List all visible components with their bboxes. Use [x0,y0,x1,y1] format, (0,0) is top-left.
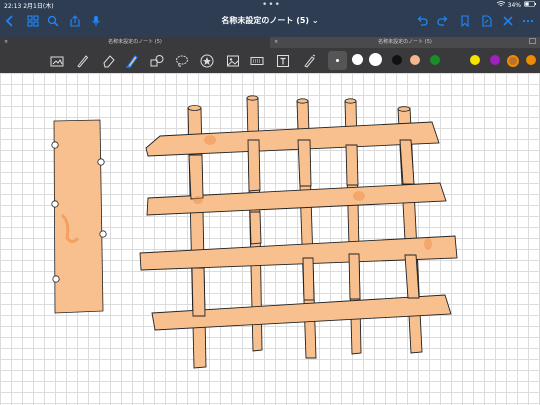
search-icon[interactable] [46,14,60,28]
color-swatch-yellow[interactable] [470,55,480,65]
image-scan-icon[interactable] [50,53,64,67]
tab-note-2[interactable]: × 名称未設定のノート (5) [270,37,540,48]
note-canvas[interactable] [0,73,540,405]
tab-label: 名称未設定のノート (5) [378,39,432,45]
sketch-drawing [51,95,458,369]
tab-bar: × 名称未設定のノート (5) × 名称未設定のノート (5) [0,37,540,48]
status-date-text: 2月1日(木) [23,3,54,10]
color-swatch-purple[interactable] [490,55,500,65]
shapes-icon[interactable] [150,53,164,67]
undo-icon[interactable] [415,14,429,28]
pen-size-medium[interactable] [352,54,363,65]
keyboard-icon[interactable] [250,53,264,67]
laser-pointer-icon[interactable] [302,53,316,68]
image-icon[interactable] [226,53,240,67]
microphone-icon[interactable] [89,14,103,28]
lasso-icon[interactable] [175,53,189,67]
close-icon[interactable] [501,14,515,28]
drawing-toolbar [0,48,540,73]
text-icon[interactable] [276,53,290,67]
page-title-text: 名称未設定のノート (5) [221,16,310,25]
single-board [51,119,107,314]
highlighter-icon[interactable] [124,53,138,68]
pen-size-dot-small [336,59,339,62]
redo-icon[interactable] [436,14,450,28]
eraser-icon[interactable] [102,53,116,68]
tab-label: 名称未設定のノート (5) [108,39,162,45]
battery-text: 34% [507,1,521,9]
title-chevron-down-icon: ⌄ [311,16,319,25]
status-time-text: 22:13 [4,3,22,10]
color-swatch-brown-selected[interactable] [507,55,519,67]
page-title[interactable]: 名称未設定のノート (5) ⌄ [210,15,330,26]
elements-icon[interactable] [200,53,214,68]
top-bar: 22:13 2月1日(木) ••• 34% 名称未設定のノート (5) ⌄ [0,0,540,37]
back-icon[interactable] [3,14,17,28]
pen-icon[interactable] [75,53,89,68]
pen-size-large[interactable] [369,53,382,66]
share-icon[interactable] [68,14,82,28]
grid-view-icon[interactable] [26,14,40,28]
edit-document-icon[interactable] [480,14,494,28]
battery-icon [524,1,536,9]
status-right: 34% [496,1,536,9]
color-swatch-green[interactable] [430,55,440,65]
pen-size-selected[interactable] [328,51,347,70]
wifi-icon [496,1,505,9]
color-swatch-orange[interactable] [526,55,536,65]
more-icon[interactable] [521,14,535,28]
tab-note-1[interactable]: × 名称未設定のノート (5) [0,37,270,48]
color-swatch-peach[interactable] [410,55,420,65]
multitask-dots-icon[interactable]: ••• [262,0,281,10]
bookmark-icon[interactable] [458,14,472,28]
status-time: 22:13 2月1日(木) [4,1,54,10]
color-swatch-black[interactable] [392,55,402,65]
